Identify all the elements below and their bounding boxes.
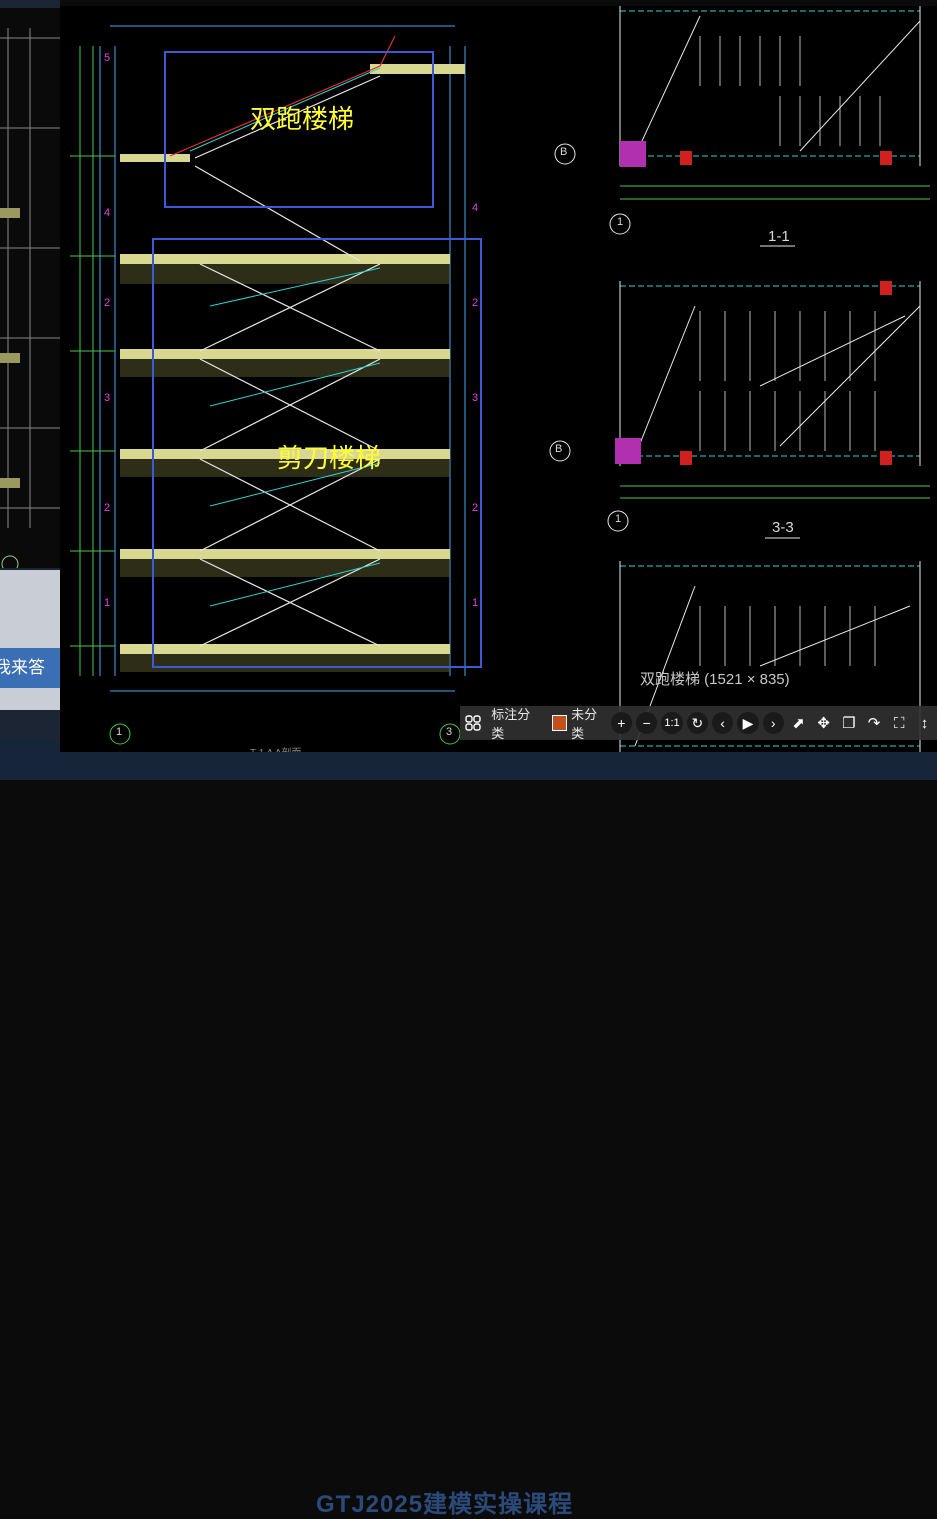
zoom-out-button[interactable]: − xyxy=(636,712,658,734)
grid-icon[interactable] xyxy=(460,710,485,736)
image-viewer[interactable]: 5 4 2 3 2 1 4 2 3 2 1 双跑楼梯 剪刀楼梯 1-1 3-3 B B 1 1… xyxy=(60,6,937,752)
background-panel xyxy=(0,570,60,710)
play-icon[interactable]: ▶ xyxy=(737,712,759,734)
svg-text:2: 2 xyxy=(472,297,478,309)
image-caption: 双跑楼梯 (1521 × 835) xyxy=(640,671,790,688)
background-drawing-thumbnail xyxy=(0,8,60,573)
zoom-in-button[interactable]: + xyxy=(610,712,633,734)
answer-button[interactable]: 我来答 xyxy=(0,648,60,688)
svg-text:1: 1 xyxy=(472,597,478,609)
next-icon[interactable]: › xyxy=(762,712,784,734)
background-page: 我来答 xyxy=(0,0,60,780)
viewer-toolbar: 标注分类 未分类 + − 1:1 ↻ ‹ ▶ › ⬈ ✥ ❐ ↷ ⛶ ↕ xyxy=(460,704,937,742)
unclassified-tag[interactable]: 未分类 xyxy=(551,704,609,742)
move-icon[interactable]: ✥ xyxy=(811,710,836,736)
axis-1-label: 1 xyxy=(617,216,624,228)
rotate-icon[interactable]: ↷ xyxy=(861,710,886,736)
svg-text:2: 2 xyxy=(104,297,110,309)
copy-icon[interactable]: ❐ xyxy=(836,710,861,736)
refresh-icon[interactable]: ↻ xyxy=(686,712,708,734)
axis-b-label-lower: B xyxy=(555,443,563,455)
svg-text:2: 2 xyxy=(472,502,478,514)
prev-icon[interactable]: ‹ xyxy=(711,712,734,734)
svg-text:4: 4 xyxy=(472,202,478,214)
svg-text:1: 1 xyxy=(104,597,110,609)
section-caption: T 1 A A剖面 xyxy=(250,744,302,752)
axis-1-label-bottom: 1 xyxy=(116,726,123,738)
double-run-stair-label: 双跑楼梯 xyxy=(250,104,355,134)
axis-3-label-bottom: 3 xyxy=(446,726,453,738)
axis-1-label-lower: 1 xyxy=(615,513,622,525)
section-1-1-title: 1-1 xyxy=(768,228,790,245)
svg-text:3: 3 xyxy=(104,392,110,404)
course-banner-text: GTJ2025建模实操课程 xyxy=(316,1491,574,1518)
scissor-stair-label: 剪刀楼梯 xyxy=(277,443,382,473)
svg-text:2: 2 xyxy=(104,502,110,514)
external-open-icon[interactable]: ⬈ xyxy=(786,710,811,736)
fullscreen-icon[interactable]: ⛶ xyxy=(887,710,912,736)
tag-color-swatch xyxy=(551,715,568,731)
svg-text:3: 3 xyxy=(472,392,478,404)
fit-height-icon[interactable]: ↕ xyxy=(912,710,937,736)
svg-text:5: 5 xyxy=(104,52,110,64)
svg-text:4: 4 xyxy=(104,207,110,219)
axis-b-label: B xyxy=(560,146,568,158)
actual-size-button[interactable]: 1:1 xyxy=(661,712,683,734)
annotate-category-label[interactable]: 标注分类 xyxy=(491,704,541,742)
background-drawing xyxy=(0,28,60,573)
section-3-3-title: 3-3 xyxy=(772,519,794,536)
unclassified-label: 未分类 xyxy=(571,707,598,741)
cad-drawing: 5 4 2 3 2 1 4 2 3 2 1 xyxy=(70,6,930,752)
